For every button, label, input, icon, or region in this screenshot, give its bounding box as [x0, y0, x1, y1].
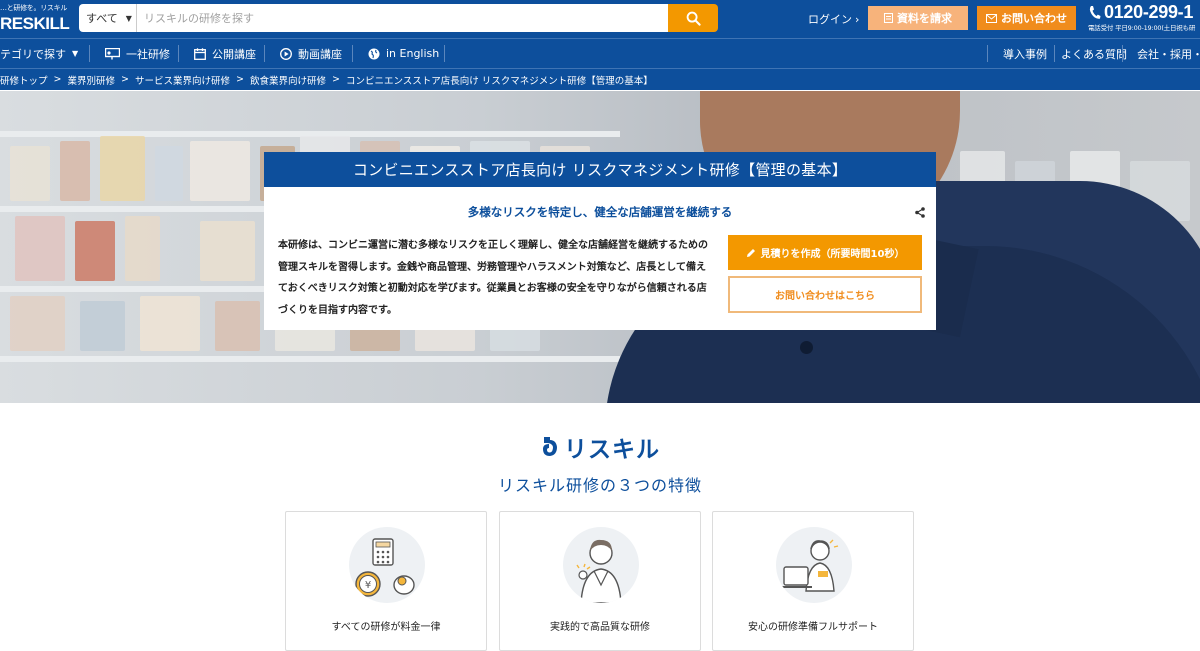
- search-input[interactable]: [137, 4, 668, 32]
- hero-section: コンビニエンスストア店長向け リスクマネジメント研修【管理の基本】 多様なリスク…: [0, 91, 1200, 403]
- nav-item-label: 動画講座: [298, 47, 342, 61]
- chevron-right-icon: ›: [855, 13, 860, 26]
- course-description: 本研修は、コンビニ運営に潜む多様なリスクを正しく理解し、健全な店舗経営を継続する…: [278, 240, 708, 316]
- nav-link-company[interactable]: 会社・採用・IR: [1137, 39, 1200, 68]
- nav-link-label: 会社・採用・IR: [1137, 47, 1200, 61]
- phone-icon: [1089, 6, 1101, 19]
- breadcrumb-separator: >: [331, 74, 340, 85]
- logo-name: RESKILL: [0, 14, 70, 33]
- share-icon[interactable]: [915, 207, 925, 218]
- features-heading: リスキル研修の３つの特徴: [497, 476, 702, 495]
- nav-divider: [1054, 45, 1055, 62]
- create-estimate-label: 見積りを作成（所要時間10秒）: [760, 249, 905, 260]
- breadcrumb: 研修トップ > 業界別研修 > サービス業界向け研修 > 飲食業界向け研修 > コンビニ…: [0, 68, 1200, 90]
- breadcrumb-item[interactable]: サービス業界向け研修: [135, 73, 230, 87]
- nav-divider: [352, 45, 353, 62]
- support-operator-icon: [776, 527, 852, 603]
- login-link[interactable]: ログイン ›: [808, 11, 859, 27]
- feature-card: 安心の研修準備フルサポート: [712, 511, 914, 651]
- login-label: ログイン: [808, 13, 852, 26]
- nav-category-dropdown[interactable]: テゴリで探す ▼: [0, 39, 78, 68]
- contact-label: お問い合わせ: [1001, 12, 1067, 25]
- request-docs-button[interactable]: 資料を請求: [868, 6, 968, 30]
- nav-item-label: 公開講座: [212, 47, 256, 61]
- contact-button[interactable]: お問い合わせ: [977, 6, 1076, 30]
- nav-item-label: 一社研修: [126, 47, 170, 61]
- nav-item-label: in English: [386, 47, 440, 60]
- chevron-down-icon: ▼: [72, 49, 79, 58]
- feature-label: すべての研修が料金一律: [331, 622, 441, 633]
- phone-contact[interactable]: 0120-299-1 電話受付 平日9:00-19:00(土日祝も研: [1088, 2, 1195, 32]
- breadcrumb-item[interactable]: 業界別研修: [67, 73, 115, 87]
- mail-icon: [986, 13, 997, 23]
- calendar-icon: [194, 47, 206, 60]
- nav-category-label: テゴリで探す: [0, 47, 66, 61]
- course-info-card: 多様なリスクを特定し、健全な店舗運営を継続する 本研修は、コンビニ運営に潜む多様…: [264, 187, 936, 330]
- course-title: コンビニエンスストア店長向け リスクマネジメント研修【管理の基本】: [264, 152, 936, 187]
- logo-tagline: …と研修を。リスキル: [0, 4, 67, 12]
- nav-link-label: 導入事例: [1003, 47, 1047, 61]
- inquiry-label: お問い合わせはこちら: [775, 291, 875, 302]
- globe-icon: [368, 48, 380, 59]
- create-estimate-button[interactable]: 見積りを作成（所要時間10秒）: [728, 235, 922, 270]
- brand-text: リスキル: [564, 437, 660, 463]
- top-header: …と研修を。リスキル RESKILL すべて ▼ ログイン› 資料を請求 お問: [0, 0, 1200, 38]
- breadcrumb-current: コンビニエンスストア店長向け リスクマネジメント研修【管理の基本】: [345, 75, 653, 87]
- document-icon: [884, 13, 893, 23]
- feature-label: 安心の研修準備フルサポート: [748, 622, 878, 633]
- instructor-icon: [563, 527, 639, 603]
- feature-label: 実践的で高品質な研修: [550, 622, 650, 633]
- nav-link-cases[interactable]: 導入事例: [1003, 39, 1047, 68]
- breadcrumb-separator: >: [121, 74, 129, 85]
- nav-divider: [89, 45, 90, 62]
- presentation-icon: [105, 47, 120, 59]
- nav-link-label: よくある質問: [1061, 47, 1127, 61]
- feature-card: 実践的で高品質な研修: [499, 511, 701, 651]
- nav-link-faq[interactable]: よくある質問: [1061, 39, 1127, 68]
- nav-divider: [444, 45, 445, 62]
- nav-item-video[interactable]: 動画講座: [280, 39, 342, 68]
- course-subtitle: 多様なリスクを特定し、健全な店舗運営を継続する: [467, 205, 733, 219]
- search-bar: すべて ▼: [79, 4, 718, 32]
- svg-text:¥: ¥: [365, 580, 371, 591]
- nav-divider: [987, 45, 988, 62]
- feature-card: ¥ すべての研修が料金一律: [285, 511, 487, 651]
- main-nav: テゴリで探す ▼ 一社研修 公開講座 動画講座 in English 導入事例 …: [0, 38, 1200, 68]
- nav-divider: [178, 45, 179, 62]
- chevron-down-icon: ▼: [125, 13, 132, 23]
- reskill-mark-icon: [543, 437, 557, 456]
- calculator-coin-icon: ¥: [349, 527, 425, 603]
- reskill-brand-logo: リスキル: [0, 430, 1200, 464]
- play-icon: [280, 47, 292, 60]
- search-category-select[interactable]: すべて ▼: [79, 4, 137, 32]
- breadcrumb-separator: >: [235, 74, 244, 85]
- search-icon: [686, 11, 701, 26]
- pencil-icon: [746, 248, 755, 257]
- nav-item-english[interactable]: in English: [368, 39, 439, 68]
- search-button[interactable]: [668, 4, 718, 32]
- search-category-label: すべて: [86, 12, 118, 25]
- breadcrumb-separator: >: [53, 74, 62, 85]
- phone-hours: 電話受付 平日9:00-19:00(土日祝も研: [1088, 24, 1196, 32]
- inquiry-button[interactable]: お問い合わせはこちら: [728, 276, 922, 313]
- phone-number: 0120-299-1: [1104, 2, 1194, 22]
- breadcrumb-item[interactable]: 飲食業界向け研修: [250, 73, 326, 87]
- nav-divider: [1122, 45, 1123, 62]
- nav-divider: [264, 45, 265, 62]
- site-logo[interactable]: …と研修を。リスキル RESKILL: [0, 2, 70, 36]
- request-docs-label: 資料を請求: [897, 12, 952, 25]
- breadcrumb-item[interactable]: 研修トップ: [0, 73, 48, 87]
- nav-item-inhouse[interactable]: 一社研修: [105, 39, 170, 68]
- nav-item-public[interactable]: 公開講座: [194, 39, 256, 68]
